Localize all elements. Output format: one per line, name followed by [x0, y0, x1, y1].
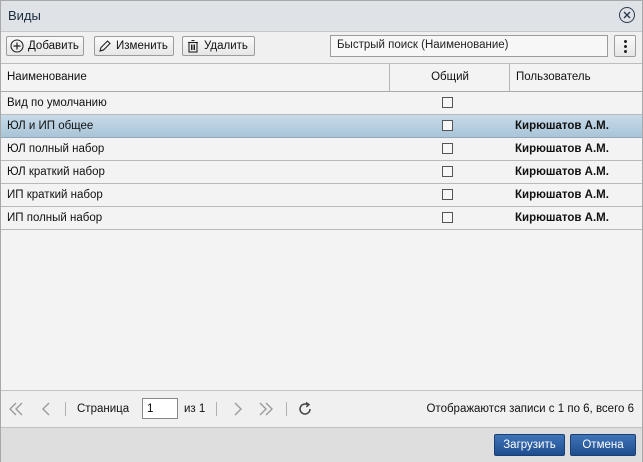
table-row[interactable]: ИП краткий набор Кирюшатов А.М.: [1, 184, 642, 207]
table-row-selected[interactable]: ЮЛ и ИП общее Кирюшатов А.М.: [1, 115, 642, 138]
shared-checkbox[interactable]: [442, 166, 453, 177]
add-button-label: Добавить: [28, 40, 79, 52]
row-user: Кирюшатов А.М.: [515, 143, 609, 155]
row-name: ИП полный набор: [7, 212, 103, 224]
close-icon[interactable]: [619, 7, 635, 23]
grid-header: Наименование Общий Пользователь: [1, 64, 642, 92]
column-header-user[interactable]: Пользователь: [516, 64, 591, 91]
window-title: Виды: [8, 8, 41, 23]
row-name: ИП краткий набор: [7, 189, 103, 201]
records-summary: Отображаются записи с 1 по 6, всего 6: [426, 403, 634, 415]
column-header-shared[interactable]: Общий: [390, 64, 510, 91]
plus-circle-icon: [10, 39, 24, 53]
shared-checkbox[interactable]: [442, 189, 453, 200]
table-row[interactable]: ЮЛ полный набор Кирюшатов А.М.: [1, 138, 642, 161]
pager-divider: [65, 402, 66, 416]
delete-button-label: Удалить: [204, 40, 248, 52]
pagination-bar: Страница из 1 Отображаются записи с 1 по…: [1, 390, 642, 427]
chevron-left-icon[interactable]: [37, 401, 55, 417]
dialog-footer: Загрузить Отмена: [1, 427, 642, 462]
row-user: Кирюшатов А.М.: [515, 189, 609, 201]
trash-icon: [186, 39, 200, 53]
row-user: Кирюшатов А.М.: [515, 120, 609, 132]
row-name: ЮЛ краткий набор: [7, 166, 105, 178]
page-number-input[interactable]: [142, 398, 178, 419]
toolbar: Добавить Изменить Удалить Быстрый поиск …: [1, 32, 642, 62]
double-chevron-left-icon[interactable]: [7, 401, 25, 417]
delete-button[interactable]: Удалить: [182, 36, 255, 56]
shared-checkbox[interactable]: [442, 143, 453, 154]
page-label: Страница: [77, 403, 130, 415]
page-total-label: из 1: [184, 403, 206, 415]
chevron-right-icon[interactable]: [229, 401, 247, 417]
refresh-icon[interactable]: [296, 401, 314, 417]
add-button[interactable]: Добавить: [6, 36, 84, 56]
title-bar: Виды: [1, 1, 642, 32]
views-grid: Наименование Общий Пользователь Вид по у…: [1, 63, 642, 390]
load-button[interactable]: Загрузить: [494, 434, 565, 456]
quick-search-input[interactable]: Быстрый поиск (Наименование): [330, 35, 608, 57]
column-header-name[interactable]: Наименование: [7, 64, 87, 91]
table-row[interactable]: ИП полный набор Кирюшатов А.М.: [1, 207, 642, 230]
pager-divider: [286, 402, 287, 416]
edit-button-label: Изменить: [116, 40, 168, 52]
table-row[interactable]: ЮЛ краткий набор Кирюшатов А.М.: [1, 161, 642, 184]
row-name: ЮЛ и ИП общее: [7, 120, 94, 132]
table-row[interactable]: Вид по умолчанию: [1, 92, 642, 115]
dialog-window: Виды Добавить Изменить Удалить Быстрый п…: [0, 0, 643, 462]
shared-checkbox[interactable]: [442, 97, 453, 108]
vertical-ellipsis-icon[interactable]: [614, 35, 636, 57]
edit-button[interactable]: Изменить: [94, 36, 174, 56]
shared-checkbox[interactable]: [442, 120, 453, 131]
double-chevron-right-icon[interactable]: [257, 401, 275, 417]
pager-divider: [216, 402, 217, 416]
row-user: Кирюшатов А.М.: [515, 166, 609, 178]
row-user: Кирюшатов А.М.: [515, 212, 609, 224]
cancel-button[interactable]: Отмена: [570, 434, 636, 456]
row-name: Вид по умолчанию: [7, 97, 107, 109]
column-divider[interactable]: [509, 64, 510, 91]
pencil-icon: [98, 39, 112, 53]
row-name: ЮЛ полный набор: [7, 143, 105, 155]
shared-checkbox[interactable]: [442, 212, 453, 223]
